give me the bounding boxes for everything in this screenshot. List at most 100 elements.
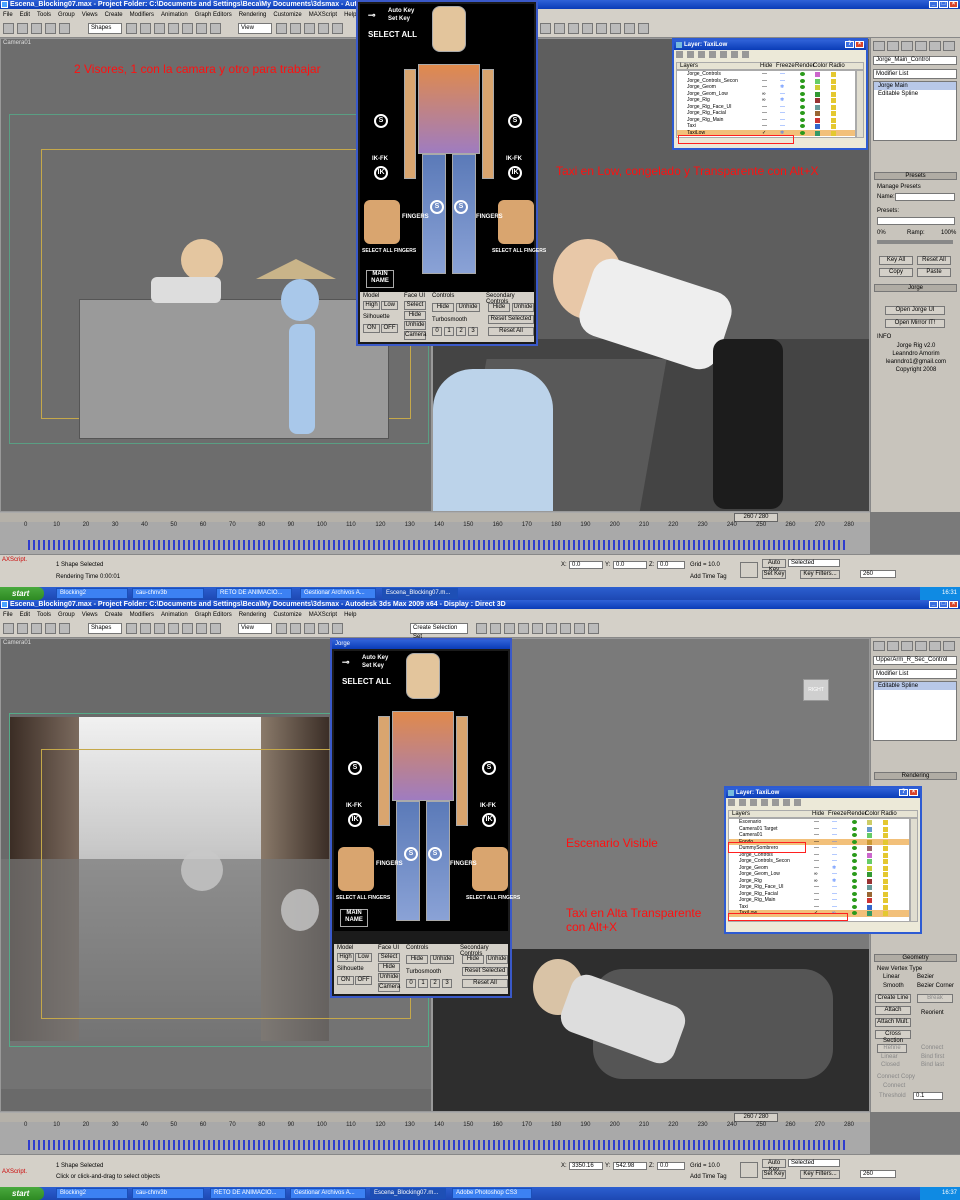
- auto-key-rig-button[interactable]: Auto Key: [388, 8, 414, 14]
- hip-s-button[interactable]: S: [428, 847, 442, 861]
- select-layer-icon[interactable]: [761, 799, 768, 806]
- radiosity-icon[interactable]: [831, 111, 836, 116]
- task-item[interactable]: cau-chnv3b: [132, 1188, 204, 1199]
- geometry-rollout[interactable]: Geometry: [874, 954, 957, 962]
- region-icon[interactable]: [154, 23, 165, 34]
- task-item[interactable]: RETO DE ANIMACIO...: [210, 1188, 286, 1199]
- display-tab-icon[interactable]: [929, 641, 941, 651]
- rig-head-control[interactable]: [432, 6, 466, 52]
- redo-icon[interactable]: [17, 623, 28, 634]
- fingers-button[interactable]: FINGERS: [450, 861, 477, 867]
- bind-last-checkbox[interactable]: Bind last: [921, 1062, 944, 1068]
- rig-torso-control[interactable]: [418, 64, 480, 154]
- teapot-render-icon[interactable]: [852, 872, 857, 876]
- layer-color-swatch[interactable]: [867, 833, 872, 838]
- radiosity-icon[interactable]: [883, 865, 888, 871]
- select-icon[interactable]: [126, 23, 137, 34]
- layer-color-swatch[interactable]: [867, 904, 872, 910]
- layer-color-swatch[interactable]: [867, 859, 872, 864]
- cross-section-button[interactable]: Cross Section: [875, 1030, 911, 1044]
- z-coordinate-field[interactable]: 0.0: [657, 1162, 685, 1170]
- viewport-label[interactable]: Camera01: [3, 40, 31, 46]
- presets-rollout[interactable]: Presets: [874, 172, 957, 180]
- rendering-rollout[interactable]: Rendering: [874, 772, 957, 780]
- help-button[interactable]: ?: [899, 789, 908, 796]
- ramp-slider[interactable]: [877, 240, 953, 244]
- layer-color-swatch[interactable]: [815, 91, 820, 97]
- menu-create[interactable]: Create: [105, 612, 123, 618]
- percent-snap-icon[interactable]: [318, 23, 329, 34]
- modify-tab-icon[interactable]: [887, 41, 899, 51]
- radiosity-icon[interactable]: [883, 833, 888, 838]
- silhouette-on-button[interactable]: ON: [363, 324, 380, 333]
- time-slider-track[interactable]: 260 / 280: [0, 1113, 870, 1122]
- layer-color-swatch[interactable]: [815, 78, 820, 84]
- radiosity-icon[interactable]: [831, 98, 836, 103]
- freeze-all-icon[interactable]: [742, 51, 749, 58]
- menu-customize[interactable]: Customize: [273, 12, 301, 18]
- minimize-button[interactable]: _: [929, 1, 938, 8]
- teapot-render-icon[interactable]: [852, 826, 857, 831]
- reorient-checkbox[interactable]: Reorient: [921, 1010, 944, 1016]
- radiosity-icon[interactable]: [831, 85, 836, 90]
- teapot-render-icon[interactable]: [800, 78, 805, 83]
- select-all-fingers-button[interactable]: SELECT ALL FINGERS: [492, 248, 546, 254]
- link-icon[interactable]: [31, 23, 42, 34]
- col-layers[interactable]: Layers: [680, 63, 698, 69]
- maxscript-listener[interactable]: AXScript.: [2, 1169, 27, 1175]
- select-all-fingers-button[interactable]: SELECT ALL FINGERS: [466, 895, 520, 901]
- col-render[interactable]: Render: [795, 63, 815, 69]
- col-radio[interactable]: Radio: [829, 63, 845, 69]
- menu-help[interactable]: Help: [344, 12, 356, 18]
- spinner-snap-icon[interactable]: [332, 23, 343, 34]
- secondary-unhide-button[interactable]: Unhide: [486, 955, 508, 964]
- menu-views[interactable]: Views: [82, 612, 98, 618]
- layer-color-swatch[interactable]: [867, 846, 872, 851]
- layer-color-swatch[interactable]: [867, 872, 872, 877]
- set-key-rig-button[interactable]: Set Key: [388, 16, 410, 22]
- bind-icon[interactable]: [59, 23, 70, 34]
- viewcube[interactable]: RIGHT: [803, 679, 829, 701]
- bezier-radio[interactable]: Bezier: [917, 974, 934, 980]
- radiosity-icon[interactable]: [831, 72, 836, 77]
- copy-button[interactable]: Copy: [879, 268, 913, 277]
- menu-maxscript[interactable]: MAXScript: [309, 612, 337, 618]
- fingers-button[interactable]: FINGERS: [376, 861, 403, 867]
- rig-leg-l-control[interactable]: [426, 801, 450, 921]
- turbosmooth-2-button[interactable]: 2: [456, 327, 466, 336]
- menu-graph-editors[interactable]: Graph Editors: [195, 612, 232, 618]
- paste-button[interactable]: Paste: [917, 268, 951, 277]
- align-icon[interactable]: [554, 23, 565, 34]
- menu-edit[interactable]: Edit: [20, 12, 30, 18]
- material-editor-icon[interactable]: [610, 23, 621, 34]
- fingers-button[interactable]: FINGERS: [476, 214, 503, 220]
- y-coordinate-field[interactable]: 0.0: [613, 561, 647, 569]
- key-selection-dropdown[interactable]: Selected: [788, 559, 840, 567]
- turbosmooth-1-button[interactable]: 1: [418, 979, 428, 988]
- current-frame-field[interactable]: 260: [860, 1170, 896, 1178]
- layer-list-scrollbar[interactable]: [856, 70, 864, 138]
- teapot-render-icon[interactable]: [800, 124, 805, 128]
- hierarchy-tab-icon[interactable]: [901, 41, 913, 51]
- rotate-icon[interactable]: [196, 23, 207, 34]
- task-item[interactable]: Gestionar Archivos A...: [290, 1188, 366, 1199]
- time-slider-track[interactable]: 260 / 280: [0, 513, 870, 522]
- minimize-button[interactable]: _: [929, 601, 938, 608]
- controls-hide-button[interactable]: Hide: [406, 955, 428, 964]
- task-item[interactable]: Blocking2: [56, 588, 128, 599]
- angle-snap-icon[interactable]: [304, 23, 315, 34]
- key-mode-icon[interactable]: [740, 1162, 758, 1178]
- menu-animation[interactable]: Animation: [161, 612, 188, 618]
- teapot-render-icon[interactable]: [852, 878, 857, 883]
- threshold-field[interactable]: 0.1: [913, 1092, 943, 1100]
- create-line-button[interactable]: Create Line: [875, 994, 911, 1003]
- menu-graph-editors[interactable]: Graph Editors: [195, 12, 232, 18]
- selection-filter-select[interactable]: Shapes: [88, 623, 122, 634]
- controls-hide-button[interactable]: Hide: [432, 303, 454, 312]
- teapot-render-icon[interactable]: [852, 839, 857, 844]
- rig-reset-all-button[interactable]: Reset All: [462, 979, 508, 988]
- snap-icon[interactable]: [290, 623, 301, 634]
- open-mirror-button[interactable]: Open Mirror IT!: [885, 319, 945, 328]
- utilities-tab-icon[interactable]: [943, 641, 955, 651]
- layer-color-swatch[interactable]: [815, 72, 820, 77]
